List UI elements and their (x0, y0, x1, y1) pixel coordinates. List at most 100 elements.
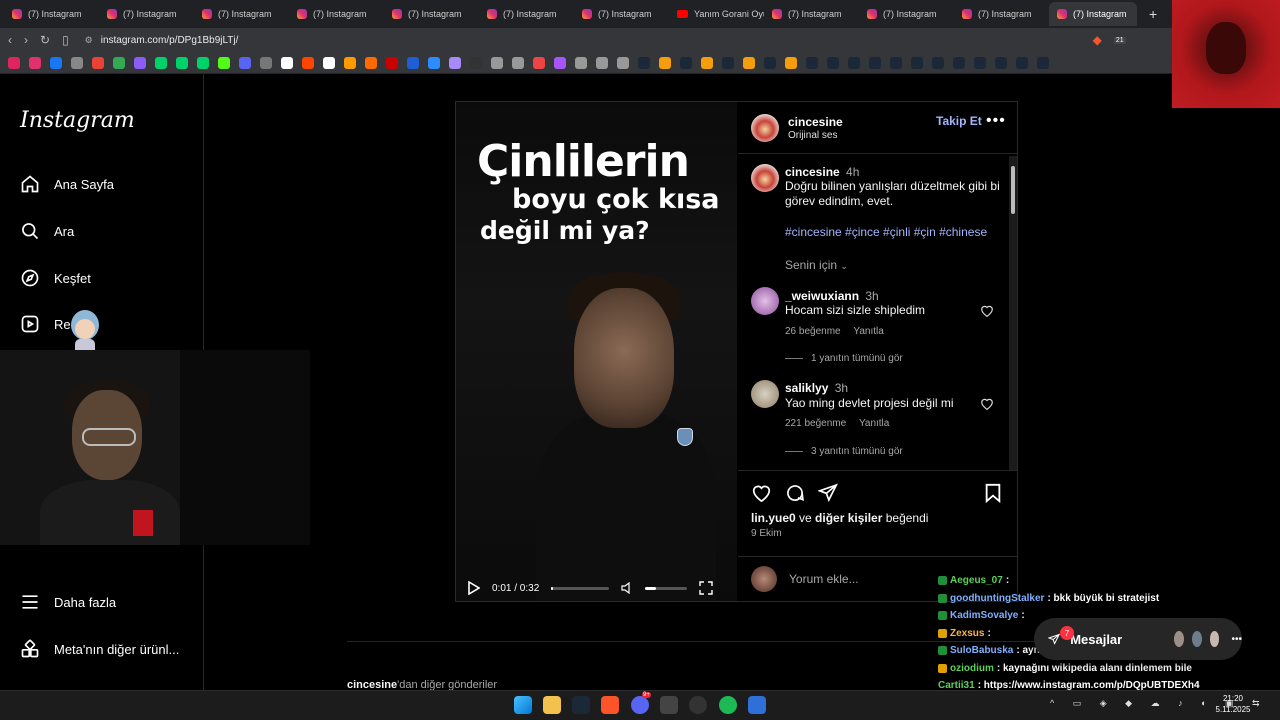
bookmark-favicon-icon[interactable] (50, 56, 62, 69)
bookmark-favicon-icon[interactable] (260, 56, 272, 69)
comment-like-icon[interactable] (980, 304, 994, 317)
bookmark-favicon-icon[interactable] (806, 56, 818, 69)
bookmark-favicon-icon[interactable] (575, 56, 587, 69)
post-author[interactable]: cincesine (788, 115, 843, 129)
bookmark-favicon-icon[interactable] (71, 56, 83, 69)
commenter-avatar[interactable] (751, 380, 779, 408)
bookmark-favicon-icon[interactable] (680, 56, 692, 69)
save-icon[interactable] (984, 483, 1002, 503)
bookmark-favicon-icon[interactable] (722, 56, 734, 69)
video-progress-bar[interactable] (551, 586, 610, 590)
scrollbar-thumb[interactable] (1011, 166, 1015, 214)
bookmark-favicon-icon[interactable] (134, 56, 146, 69)
spotify-icon[interactable] (719, 696, 737, 714)
comment-likes[interactable]: 221 beğenme (785, 418, 846, 429)
browser-tab[interactable]: Yanım Gorani Oyun (669, 2, 764, 26)
bookmark-icon[interactable]: ▯ (62, 33, 69, 47)
view-replies[interactable]: 1 yanıtın tümünü gör (785, 353, 903, 364)
comment-user[interactable]: _weiwuxiann (785, 289, 859, 303)
post-date[interactable]: 9 Ekim (751, 528, 782, 539)
bookmark-favicon-icon[interactable] (8, 56, 20, 69)
bookmark-favicon-icon[interactable] (302, 56, 314, 69)
reply-button[interactable]: Yanıtla (853, 326, 883, 337)
bookmark-favicon-icon[interactable] (344, 56, 356, 69)
steam-icon[interactable] (572, 696, 590, 714)
browser-tab[interactable]: (7) Instagram (764, 2, 859, 26)
bookmark-favicon-icon[interactable] (197, 56, 209, 69)
browser-tab-active[interactable]: (7) Instagram✕ (1049, 2, 1137, 26)
audio-label[interactable]: Orijinal ses (788, 130, 837, 141)
browser-tab[interactable]: (7) Instagram (954, 2, 1049, 26)
bookmark-favicon-icon[interactable] (281, 56, 293, 69)
browser-tab[interactable]: (7) Instagram (194, 2, 289, 26)
browser-tab[interactable]: (7) Instagram (574, 2, 669, 26)
bookmark-favicon-icon[interactable] (512, 56, 524, 69)
url-text[interactable]: instagram.com/p/DPg1Bb9jLTj/ (101, 35, 239, 46)
bookmark-favicon-icon[interactable] (113, 56, 125, 69)
bookmark-favicon-icon[interactable] (365, 56, 377, 69)
sidebar-item-home[interactable]: Ana Sayfa (20, 174, 114, 194)
author-avatar[interactable] (751, 114, 779, 142)
bookmark-favicon-icon[interactable] (92, 56, 104, 69)
play-icon[interactable] (468, 581, 480, 595)
bookmark-favicon-icon[interactable] (449, 56, 461, 69)
bookmark-favicon-icon[interactable] (911, 56, 923, 69)
view-replies[interactable]: 3 yanıtın tümünü gör (785, 446, 903, 457)
back-icon[interactable]: ‹ (8, 33, 12, 47)
bookmark-favicon-icon[interactable] (638, 56, 650, 69)
bookmark-favicon-icon[interactable] (218, 56, 230, 69)
reel-video[interactable]: Çinlilerin boyu çok kısa değil mi ya? 0:… (456, 102, 737, 601)
bookmark-favicon-icon[interactable] (554, 56, 566, 69)
sidebar-item-search[interactable]: Ara (20, 221, 74, 241)
bookmark-favicon-icon[interactable] (428, 56, 440, 69)
bookmark-favicon-icon[interactable] (617, 56, 629, 69)
bookmark-favicon-icon[interactable] (29, 56, 41, 69)
reply-button[interactable]: Yanıtla (859, 418, 889, 429)
extensions-badge[interactable]: 21 (1113, 36, 1126, 44)
bookmark-favicon-icon[interactable] (869, 56, 881, 69)
comment-like-icon[interactable] (980, 397, 994, 410)
bookmark-favicon-icon[interactable] (743, 56, 755, 69)
bookmark-favicon-icon[interactable] (155, 56, 167, 69)
share-icon[interactable] (818, 483, 838, 502)
obs-icon[interactable] (689, 696, 707, 714)
bookmark-favicon-icon[interactable] (848, 56, 860, 69)
for-you-dropdown[interactable]: Senin için ⌄ (785, 258, 848, 272)
brave-shield-icon[interactable]: ◆ (1093, 33, 1102, 47)
reload-icon[interactable]: ↻ (40, 33, 50, 47)
bookmark-favicon-icon[interactable] (1016, 56, 1028, 69)
sidebar-item-explore[interactable]: Keşfet (20, 268, 91, 288)
bookmark-favicon-icon[interactable] (932, 56, 944, 69)
discord-icon[interactable] (631, 696, 649, 714)
sidebar-item-meta-apps[interactable]: Meta'nın diğer ürünl... (20, 639, 179, 659)
site-info-icon[interactable]: ⚙ (85, 35, 93, 46)
bookmark-favicon-icon[interactable] (386, 56, 398, 69)
liked-by-user[interactable]: lin.yue0 (751, 511, 796, 525)
bookmark-favicon-icon[interactable] (764, 56, 776, 69)
comment-input[interactable]: Yorum ekle... (789, 572, 859, 586)
more-options-icon[interactable]: ••• (986, 112, 1006, 130)
browser-tab[interactable]: (7) Instagram (384, 2, 479, 26)
bookmark-favicon-icon[interactable] (659, 56, 671, 69)
fullscreen-icon[interactable] (699, 581, 713, 595)
bookmark-favicon-icon[interactable] (995, 56, 1007, 69)
volume-slider[interactable] (645, 586, 688, 590)
browser-tab[interactable]: (7) Instagram (99, 2, 194, 26)
bookmark-favicon-icon[interactable] (1037, 56, 1049, 69)
instagram-logo[interactable]: Instagram (20, 108, 135, 133)
bookmark-favicon-icon[interactable] (533, 56, 545, 69)
file-explorer-icon[interactable] (543, 696, 561, 714)
browser-tab[interactable]: (7) Instagram (289, 2, 384, 26)
address-bar[interactable]: ⚙ instagram.com/p/DPg1Bb9jLTj/ (81, 30, 1081, 50)
brave-icon[interactable] (601, 696, 619, 714)
bookmark-favicon-icon[interactable] (827, 56, 839, 69)
caption-hashtags[interactable]: #cincesine #çince #çinli #çin #chinese (785, 225, 987, 239)
comment-user[interactable]: saliklyy (785, 381, 828, 395)
bookmark-favicon-icon[interactable] (596, 56, 608, 69)
comment-icon[interactable] (785, 483, 805, 503)
bookmark-favicon-icon[interactable] (953, 56, 965, 69)
bookmark-favicon-icon[interactable] (407, 56, 419, 69)
volume-icon[interactable] (621, 582, 633, 594)
liked-by-others[interactable]: diğer kişiler (815, 511, 882, 525)
caption-user[interactable]: cincesine (785, 165, 840, 179)
